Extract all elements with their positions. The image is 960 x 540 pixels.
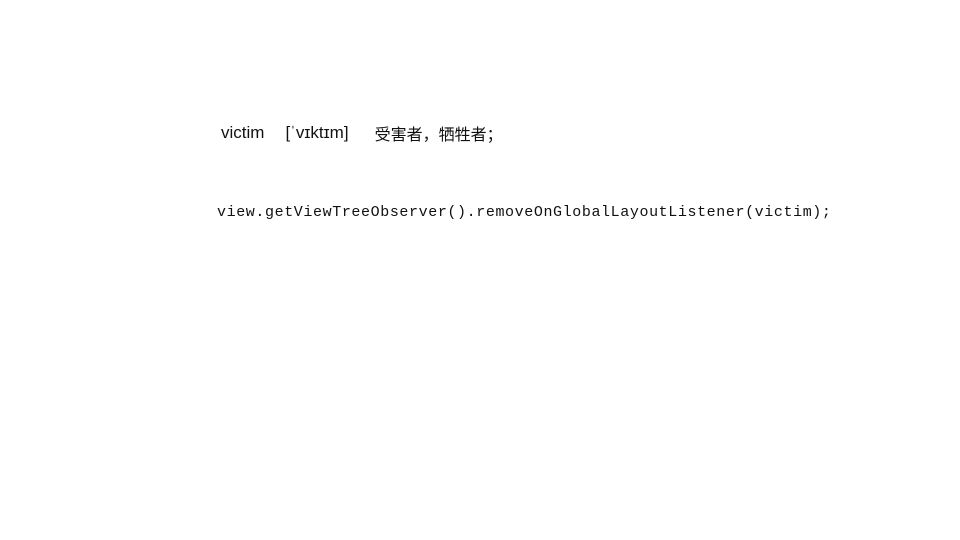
vocab-word: victim bbox=[221, 123, 265, 142]
vocab-meaning: 受害者，牺牲者； bbox=[374, 125, 503, 144]
vocabulary-entry: victim [ˈvɪktɪm] 受害者，牺牲者； bbox=[221, 121, 503, 145]
slide-canvas: victim [ˈvɪktɪm] 受害者，牺牲者； view.getViewTr… bbox=[0, 0, 960, 540]
code-example: view.getViewTreeObserver().removeOnGloba… bbox=[217, 204, 832, 221]
vocab-phonetic: [ˈvɪktɪm] bbox=[285, 123, 349, 142]
